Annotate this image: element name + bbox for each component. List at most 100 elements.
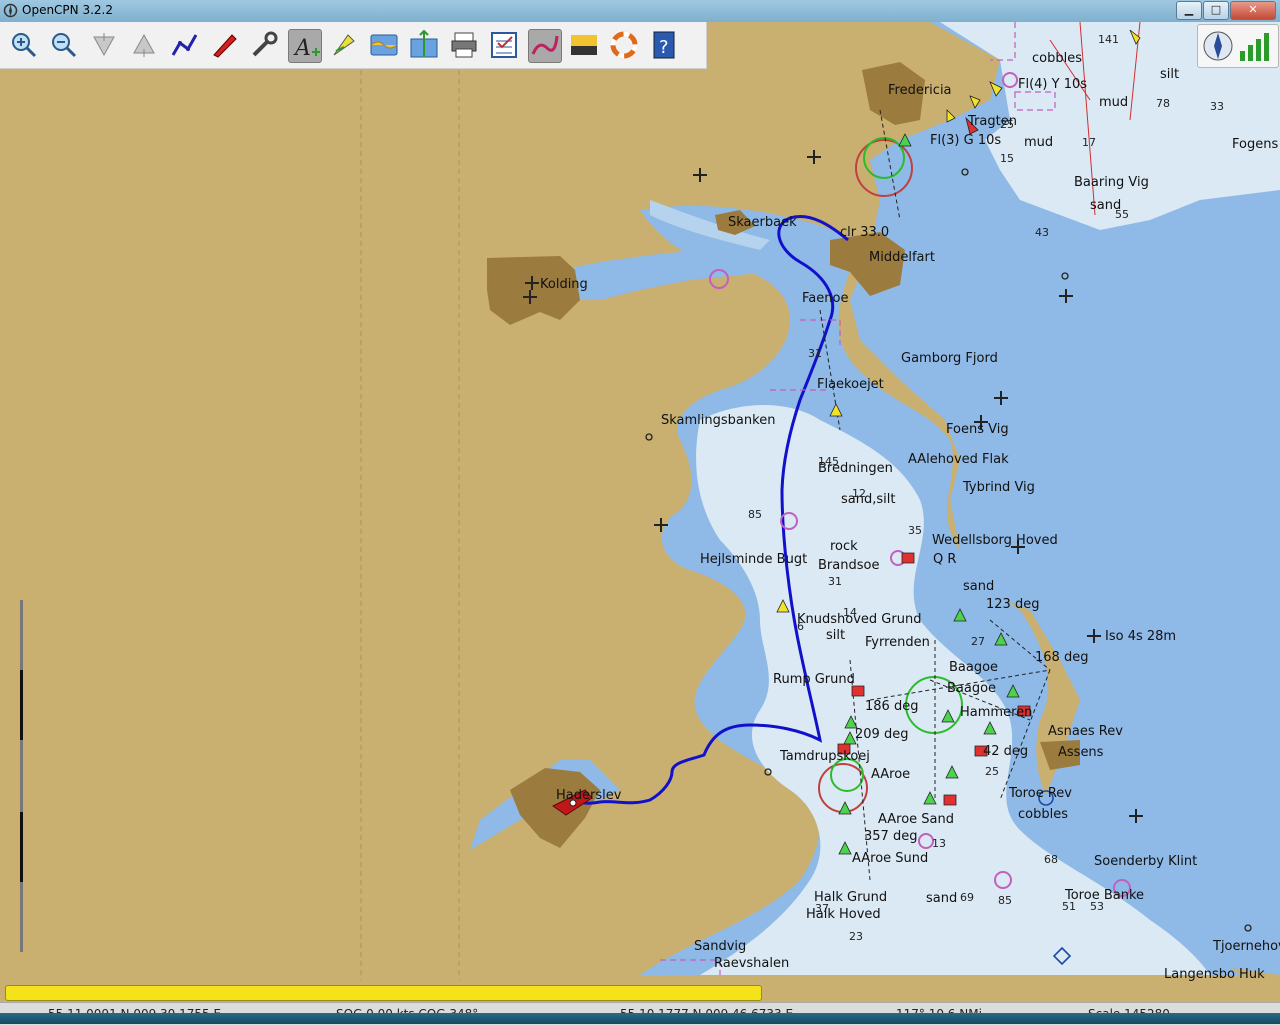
print-button[interactable] — [448, 29, 480, 61]
zoom-out-icon — [52, 33, 77, 58]
route-icon — [171, 34, 198, 56]
print-icon — [451, 32, 477, 58]
chart-label: Gamborg Fjord — [901, 351, 998, 366]
color-scheme-button[interactable] — [568, 29, 600, 61]
minimize-button[interactable]: ▁ — [1176, 1, 1202, 20]
scale-out-button[interactable] — [128, 29, 160, 61]
chart-label: Foens Vig — [946, 422, 1009, 437]
route-manager-icon — [491, 32, 517, 58]
depth-sounding: 25 — [985, 765, 999, 778]
chart-label: Skamlingsbanken — [661, 413, 775, 428]
chart-label: Q R — [933, 552, 956, 567]
depth-sounding: 17 — [1082, 136, 1096, 149]
chart-label: silt — [1160, 67, 1179, 82]
gps-signal-icon — [1240, 33, 1269, 61]
scale-in-icon — [93, 33, 115, 57]
chart-label: Soenderby Klint — [1094, 854, 1197, 869]
chart-canvas[interactable]: Fredericia Fl(4) Y 10sTragtenFl(3) G 10sc… — [0, 22, 1280, 1002]
maximize-button[interactable]: □ — [1203, 1, 1229, 20]
tide-button[interactable] — [368, 29, 400, 61]
chart-label: Toroe Banke — [1064, 888, 1144, 903]
depth-sounding: 69 — [960, 891, 974, 904]
chart-label: clr 33.0 — [840, 225, 889, 240]
chart-label: Wedellsborg Hoved — [932, 533, 1058, 548]
chart-label: Flaekoejet — [817, 377, 884, 392]
chart-label: cobbles — [1018, 807, 1068, 822]
chart-label: Middelfart — [869, 250, 935, 265]
chart-label: sand — [926, 891, 957, 906]
chart-label: rock — [830, 539, 858, 554]
ship-icon — [213, 34, 237, 58]
chart-label: Tybrind Vig — [962, 480, 1035, 495]
chart-label: AAroe Sund — [852, 851, 928, 866]
track-icon — [531, 35, 559, 55]
zoom-out-button[interactable] — [48, 29, 80, 61]
status-indicator-panel — [1197, 24, 1279, 68]
color-scheme-icon — [571, 35, 597, 55]
chart-label: 209 deg — [855, 727, 908, 742]
depth-sounding: 37 — [815, 902, 829, 915]
chart-label: Fyrrenden — [865, 635, 930, 650]
settings-button[interactable] — [248, 29, 280, 61]
chart-label: Brandsoe — [818, 558, 879, 573]
depth-sounding: 51 — [1062, 900, 1076, 913]
chart-label: Toroe Rev — [1008, 786, 1072, 801]
help-button[interactable]: ? — [648, 29, 680, 61]
route-manager-button[interactable] — [488, 29, 520, 61]
text-button[interactable]: A — [288, 29, 322, 63]
depth-sounding: 85 — [748, 508, 762, 521]
scale-in-button[interactable] — [88, 29, 120, 61]
svg-text:A: A — [293, 36, 311, 61]
auto-follow-button[interactable] — [208, 29, 240, 61]
chart-bar-scale — [20, 600, 23, 952]
depth-sounding: 68 — [1044, 853, 1058, 866]
route-button[interactable] — [168, 29, 200, 61]
main-toolbar: A? — [0, 22, 707, 69]
zoom-in-button[interactable] — [8, 29, 40, 61]
title-bar: OpenCPN 3.2.2 ▁ □ ✕ — [0, 0, 1280, 23]
chart-label: mud — [1099, 95, 1128, 110]
chart-label: 42 deg — [983, 744, 1028, 759]
depth-sounding: 33 — [1210, 100, 1224, 113]
chart-progress-bar — [5, 985, 762, 1001]
chart-label: Fl(3) G 10s — [930, 133, 1001, 148]
track-button[interactable] — [528, 29, 562, 63]
chart-label: Baagoe — [949, 660, 998, 675]
chart-label: mud — [1024, 135, 1053, 150]
mob-button[interactable] — [608, 29, 640, 61]
depth-sounding: 6 — [797, 620, 804, 633]
chart-label: Tamdrupskoej — [779, 749, 870, 764]
chart-label: sand — [963, 579, 994, 594]
depth-sounding: 31 — [808, 347, 822, 360]
depth-sounding: 12 — [852, 487, 866, 500]
chart-label: Hammeren — [960, 705, 1032, 720]
chart-label: Skaerbaek — [728, 215, 797, 230]
os-taskbar — [0, 1013, 1280, 1024]
chart-label: Baagoe — [947, 681, 996, 696]
depth-sounding: 43 — [1035, 226, 1049, 239]
chart-label: Fredericia — [888, 83, 952, 98]
chart-label: Haderslev — [556, 788, 622, 803]
chart-label: Fl(4) Y 10s — [1018, 77, 1087, 92]
chart-label: Baaring Vig — [1074, 175, 1149, 190]
mob-icon — [610, 31, 638, 59]
chart-label: Asnaes Rev — [1048, 724, 1123, 739]
close-button[interactable]: ✕ — [1230, 1, 1276, 20]
depth-sounding: 13 — [932, 837, 946, 850]
chart-label: AAlehoved Flak — [908, 452, 1009, 467]
chart-label: 357 deg — [864, 829, 917, 844]
depth-sounding: 15 — [1000, 152, 1014, 165]
ais-button[interactable] — [408, 29, 440, 61]
chart-label: Langensbo Huk — [1164, 967, 1265, 982]
depth-sounding: 145 — [818, 455, 839, 468]
ais-icon — [410, 29, 438, 58]
depth-sounding: 78 — [1156, 97, 1170, 110]
current-icon — [333, 34, 355, 56]
depth-sounding: 23 — [849, 930, 863, 943]
tide-icon — [370, 34, 398, 56]
scale-segment — [20, 812, 23, 882]
current-button[interactable] — [328, 29, 360, 61]
depth-sounding: 31 — [828, 575, 842, 588]
scale-out-icon — [133, 33, 155, 57]
chart-label: Sandvig — [694, 939, 746, 954]
